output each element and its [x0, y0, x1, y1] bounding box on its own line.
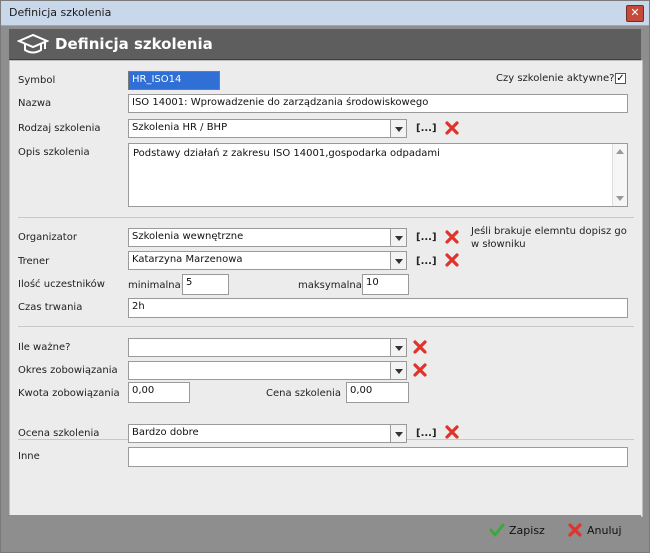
opis-value: Podstawy działań z zakresu ISO 14001,gos… — [133, 148, 440, 159]
opis-label: Opis szkolenia — [18, 147, 90, 158]
min-label: minimalna: — [128, 280, 185, 291]
rodzaj-select[interactable]: Szkolenia HR / BHP — [128, 119, 407, 138]
dictionary-hint: Jeśli brakuje elemntu dopisz go w słowni… — [471, 226, 627, 250]
trener-select[interactable]: Katarzyna Marzenowa — [128, 251, 407, 270]
form-panel: Symbol HR_ISO14 Czy szkolenie aktywne? ✓… — [9, 60, 643, 517]
chevron-down-icon[interactable] — [390, 425, 406, 442]
trener-label: Trener — [18, 256, 50, 267]
symbol-input[interactable]: HR_ISO14 — [128, 71, 220, 90]
czas-input[interactable]: 2h — [128, 298, 628, 318]
okres-delete-icon[interactable] — [413, 363, 427, 377]
rodzaj-browse-button[interactable]: [...] — [416, 123, 437, 134]
max-label: maksymalna: — [298, 280, 366, 291]
nazwa-input[interactable]: ISO 14001: Wprowadzenie do zarządzania ś… — [128, 94, 628, 113]
graduation-cap-icon — [17, 33, 49, 54]
organizator-label: Organizator — [18, 232, 77, 243]
ocena-select[interactable]: Bardzo dobre — [128, 424, 407, 443]
divider — [18, 217, 634, 218]
uczestnicy-label: Ilość uczestników — [18, 279, 105, 290]
symbol-label: Symbol — [18, 75, 56, 86]
chevron-down-icon[interactable] — [390, 120, 406, 137]
trener-delete-icon[interactable] — [445, 253, 459, 267]
organizator-browse-button[interactable]: [...] — [416, 232, 437, 243]
max-participants-input[interactable]: 10 — [362, 274, 409, 295]
ocena-delete-icon[interactable] — [445, 425, 459, 439]
dialog-header: Definicja szkolenia — [9, 29, 641, 60]
active-label: Czy szkolenie aktywne? — [496, 73, 615, 84]
okres-label: Okres zobowiązania — [18, 365, 118, 376]
ocena-value: Bardzo dobre — [132, 427, 199, 438]
ile-wazne-select[interactable] — [128, 338, 407, 357]
rodzaj-label: Rodzaj szkolenia — [18, 123, 101, 134]
nazwa-label: Nazwa — [18, 98, 52, 109]
chevron-down-icon[interactable] — [390, 339, 406, 356]
opis-textarea[interactable]: Podstawy działań z zakresu ISO 14001,gos… — [128, 143, 628, 207]
organizator-delete-icon[interactable] — [445, 230, 459, 244]
chevron-down-icon[interactable] — [390, 362, 406, 379]
close-button[interactable]: ✕ — [626, 5, 644, 22]
cena-label: Cena szkolenia — [266, 388, 341, 399]
close-icon: ✕ — [630, 6, 640, 19]
rodzaj-value: Szkolenia HR / BHP — [132, 122, 228, 133]
window-title: Definicja szkolenia — [9, 6, 112, 19]
dialog-footer: Zapisz Anuluj — [9, 515, 641, 545]
ile-wazne-delete-icon[interactable] — [413, 340, 427, 354]
organizator-value: Szkolenia wewnętrzne — [132, 231, 244, 242]
scroll-down-icon[interactable] — [616, 196, 624, 201]
kwota-label: Kwota zobowiązania — [18, 388, 120, 399]
okres-select[interactable] — [128, 361, 407, 380]
save-label: Zapisz — [509, 524, 545, 537]
organizator-select[interactable]: Szkolenia wewnętrzne — [128, 228, 407, 247]
chevron-down-icon[interactable] — [390, 252, 406, 269]
inne-label: Inne — [18, 451, 40, 462]
divider — [18, 326, 634, 327]
ocena-label: Ocena szkolenia — [18, 428, 100, 439]
cena-input[interactable]: 0,00 — [346, 382, 409, 403]
rodzaj-delete-icon[interactable] — [445, 121, 459, 135]
ile-wazne-label: Ile ważne? — [18, 342, 71, 353]
min-participants-input[interactable]: 5 — [182, 274, 229, 295]
title-bar: Definicja szkolenia ✕ — [1, 1, 649, 26]
ocena-browse-button[interactable]: [...] — [416, 428, 437, 439]
dialog-window: Definicja szkolenia ✕ Definicja szkoleni… — [0, 0, 650, 553]
save-button[interactable]: Zapisz — [489, 523, 553, 541]
header-title: Definicja szkolenia — [55, 35, 213, 53]
cancel-label: Anuluj — [587, 524, 622, 537]
trener-browse-button[interactable]: [...] — [416, 256, 437, 267]
inne-input[interactable] — [128, 447, 628, 467]
chevron-down-icon[interactable] — [390, 229, 406, 246]
scroll-up-icon[interactable] — [616, 149, 624, 154]
trener-value: Katarzyna Marzenowa — [132, 254, 243, 265]
czas-label: Czas trwania — [18, 302, 83, 313]
checkmark-icon — [489, 523, 505, 537]
cancel-button[interactable]: Anuluj — [567, 523, 631, 541]
active-checkbox[interactable]: ✓ — [615, 73, 626, 84]
opis-scrollbar[interactable] — [612, 144, 627, 206]
kwota-input[interactable]: 0,00 — [128, 382, 190, 403]
cancel-x-icon — [568, 523, 582, 537]
